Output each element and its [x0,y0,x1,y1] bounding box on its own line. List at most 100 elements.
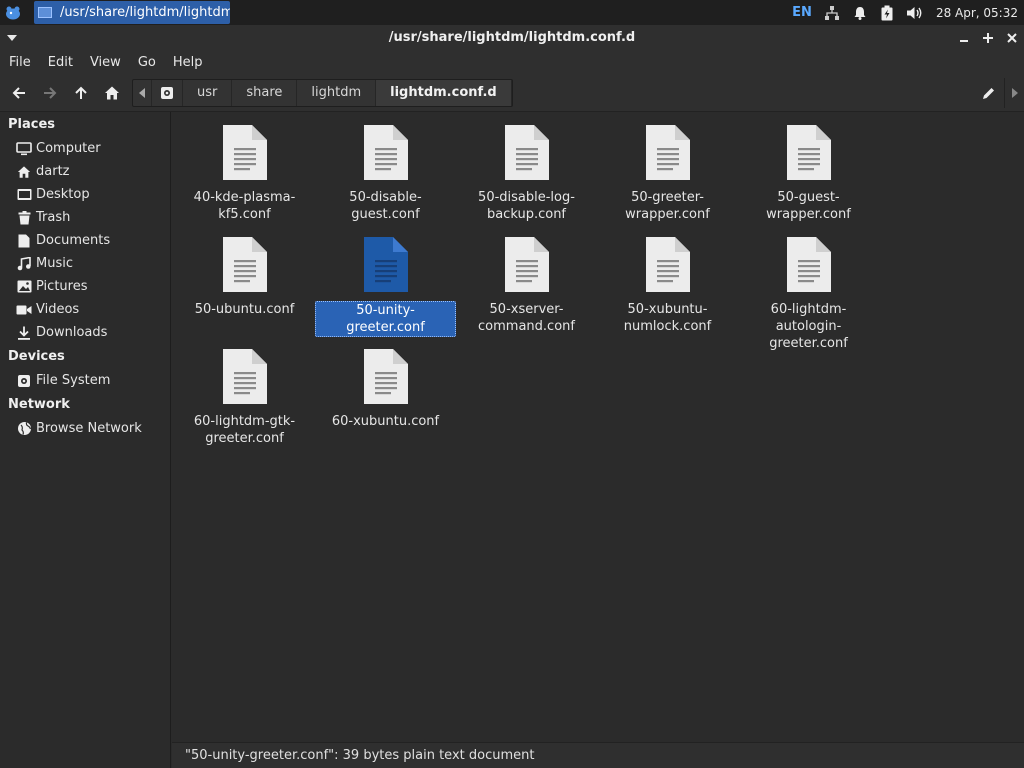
sidebar-item-file-system[interactable]: File System [0,369,170,392]
file-name-line: 50-disable-log- [478,190,575,205]
sidebar-item-music[interactable]: Music [0,252,170,275]
chevron-left-icon [139,87,145,98]
window-icon [38,7,52,18]
file-name: 50-unity-greeter.conf [315,301,456,337]
sidebar-item-pictures[interactable]: Pictures [0,275,170,298]
file-name-line: 50-unity-greeter.conf [346,303,425,335]
file-item[interactable]: 50-greeter-wrapper.conf [597,124,738,223]
sidebar-item-computer[interactable]: Computer [0,137,170,160]
close-button[interactable] [1000,25,1024,50]
plus-icon [983,32,993,43]
sidebar-item-trash[interactable]: Trash [0,206,170,229]
drive-icon [161,86,173,99]
window-menu-button[interactable] [0,25,24,50]
documents-icon [16,233,32,249]
sidebar-heading-network: Network [8,397,70,412]
file-item[interactable]: 60-lightdm-gtk-greeter.conf [174,348,315,447]
sidebar-heading-places: Places [8,117,56,132]
taskbar-window-label: /usr/share/lightdm/lightdm.... [60,5,230,20]
file-name: 50-xserver-command.conf [476,301,577,335]
up-button[interactable] [65,78,96,108]
xfce-mouse-icon [6,6,20,19]
text-file-icon [786,237,831,292]
sidebar-item-label: Desktop [36,187,90,202]
clock[interactable]: 28 Apr, 05:32 [936,6,1018,20]
drive-icon [16,373,32,389]
volume-icon[interactable] [906,5,924,21]
file-item[interactable]: 50-unity-greeter.conf [315,236,456,337]
network-globe-icon [16,421,32,437]
file-item[interactable]: 60-xubuntu.conf [315,348,456,430]
taskbar-window-button[interactable]: /usr/share/lightdm/lightdm.... [34,1,230,24]
arrow-right-icon [43,86,56,99]
breadcrumb-lightdm[interactable]: lightdm [297,79,377,106]
file-name-line: 50-greeter- [631,190,704,205]
network-wired-icon[interactable] [824,5,840,21]
file-item[interactable]: 50-guest-wrapper.conf [738,124,879,223]
notification-bell-icon[interactable] [852,5,868,21]
sidebar-item-label: Documents [36,233,111,248]
menubar: File Edit View Go Help [0,50,1024,74]
file-name: 50-disable-guest.conf [315,189,456,223]
maximize-button[interactable] [976,25,1000,50]
menu-help[interactable]: Help [173,55,213,70]
menu-view[interactable]: View [90,55,131,70]
home-icon [16,164,32,180]
file-name-line: 50-xserver- [489,302,564,317]
battery-charging-icon[interactable] [880,5,894,21]
sidebar-item-browse-network[interactable]: Browse Network [0,417,170,440]
breadcrumb-root[interactable] [152,79,183,106]
home-button[interactable] [96,78,127,108]
file-item[interactable]: 60-lightdm-autologin-greeter.conf [738,236,879,352]
file-name: 60-xubuntu.conf [330,413,441,430]
window-titlebar[interactable]: /usr/share/lightdm/lightdm.conf.d [0,25,1024,50]
sidebar-item-label: Trash [36,210,71,225]
minimize-button[interactable] [952,25,976,50]
forward-button[interactable] [34,78,65,108]
downloads-icon [16,325,32,341]
menu-file[interactable]: File [9,55,41,70]
menu-go[interactable]: Go [138,55,166,70]
text-file-icon [363,349,408,404]
file-item[interactable]: 50-ubuntu.conf [174,236,315,318]
file-name: 50-greeter-wrapper.conf [623,189,712,223]
back-button[interactable] [3,78,34,108]
file-name-line: 40-kde-plasma- [193,190,296,205]
breadcrumb-share[interactable]: share [232,79,298,106]
sidebar-item-videos[interactable]: Videos [0,298,170,321]
file-icon-view[interactable]: 40-kde-plasma-kf5.conf 50-disable-guest.c… [172,113,1024,742]
breadcrumb-usr[interactable]: usr [183,79,233,106]
minimize-icon [960,39,968,42]
file-name: 50-ubuntu.conf [193,301,297,318]
pencil-icon [983,87,994,99]
breadcrumb-scroll-left[interactable] [133,79,152,106]
file-item[interactable]: 50-disable-log-backup.conf [456,124,597,223]
text-file-icon [363,125,408,180]
breadcrumb: usr share lightdm lightdm.conf.d [132,78,513,107]
sidebar-item-downloads[interactable]: Downloads [0,321,170,344]
file-item[interactable]: 50-xserver-command.conf [456,236,597,335]
breadcrumb-lightdm-conf-d[interactable]: lightdm.conf.d [376,79,512,106]
file-name-line: 60-lightdm-gtk- [193,414,296,429]
file-item[interactable]: 50-disable-guest.conf [315,124,456,223]
app-menu-button[interactable] [0,0,26,25]
sidebar-item-documents[interactable]: Documents [0,229,170,252]
file-item[interactable]: 40-kde-plasma-kf5.conf [174,124,315,223]
file-name-line: command.conf [478,319,575,334]
file-name-line: 50-disable-guest.conf [349,190,422,222]
menu-edit[interactable]: Edit [48,55,83,70]
sidebar-item-label: Pictures [36,279,88,294]
keyboard-layout-indicator[interactable]: EN [792,5,812,20]
file-name-line: numlock.conf [623,319,712,334]
sidebar-item-label: Videos [36,302,80,317]
text-file-icon [645,237,690,292]
sidebar-item-desktop[interactable]: Desktop [0,183,170,206]
sidebar-item-dartz[interactable]: dartz [0,160,170,183]
sidebar-item-label: Browse Network [36,421,142,436]
file-name: 50-guest-wrapper.conf [738,189,879,223]
file-item[interactable]: 50-xubuntu-numlock.conf [597,236,738,335]
edit-location-button[interactable] [974,78,1004,108]
sidebar-item-label: Downloads [36,325,108,340]
breadcrumb-scroll-right[interactable] [1004,77,1024,108]
text-file-icon [504,237,549,292]
